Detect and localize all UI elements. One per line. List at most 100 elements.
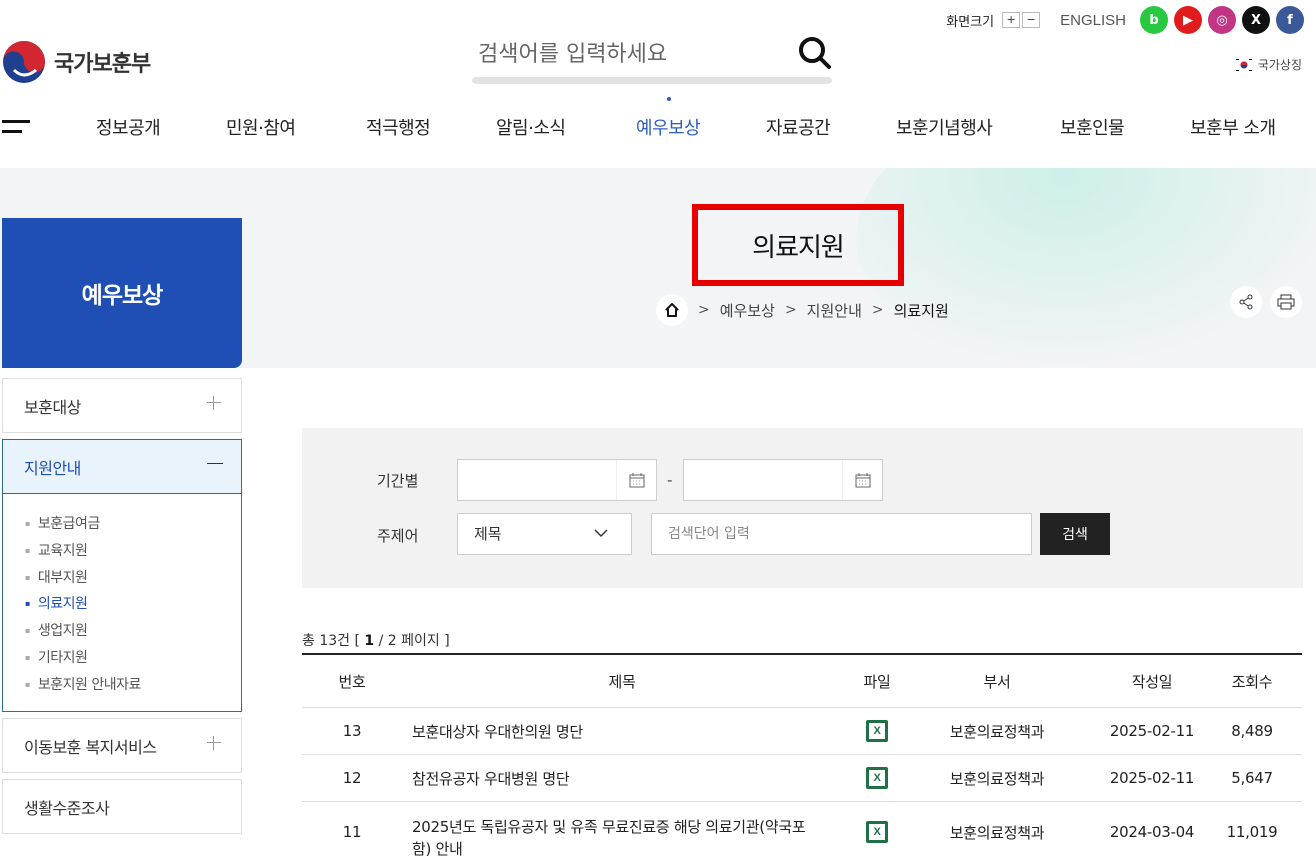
menu-icon[interactable] [2, 120, 30, 134]
submenu-item[interactable]: 대부지원 [25, 568, 241, 595]
chevron-right-icon: > [698, 302, 710, 318]
gnb-item-reward[interactable]: 예우보상 [636, 114, 701, 140]
site-logo[interactable]: 국가보훈부 [2, 40, 151, 84]
board-table: 번호 제목 파일 부서 작성일 조회수 13 보훈대상자 우대한의원 명단 보훈… [302, 653, 1302, 862]
x-icon[interactable]: X [1242, 6, 1270, 34]
file-cell [847, 802, 907, 862]
chevron-right-icon: > [871, 302, 884, 318]
gnb-item-news[interactable]: 알림·소식 [496, 114, 566, 140]
row-title-link[interactable]: 보훈대상자 우대한의원 명단 [412, 708, 832, 754]
gnb-item-persons[interactable]: 보훈인물 [1060, 114, 1125, 140]
row-no: 13 [342, 722, 362, 740]
collapse-icon[interactable] [207, 457, 223, 471]
keyword-input[interactable] [651, 513, 1032, 555]
breadcrumb-current: 의료지원 [893, 301, 949, 320]
subject-select-value: 제목 [474, 525, 502, 543]
subject-label: 주제어 [377, 527, 419, 545]
end-date-input[interactable] [683, 459, 883, 501]
search-placeholder[interactable]: 검색어를 입력하세요 [478, 36, 667, 68]
print-icon[interactable] [1270, 286, 1302, 318]
search-underline [472, 77, 832, 84]
calendar-icon[interactable] [616, 460, 656, 500]
submenu-item[interactable]: 기타지원 [25, 648, 241, 675]
gnb-item-archive[interactable]: 자료공간 [766, 114, 831, 140]
header-dept: 부서 [983, 672, 1011, 691]
lnb-submenu: 보훈급여금 교육지원 대부지원 의료지원 생업지원 기타지원 보훈지원 안내자료 [2, 494, 242, 712]
taegeuk-logo-icon [3, 41, 45, 83]
row-title-link[interactable]: 2025년도 독립유공자 및 유족 무료진료증 해당 의료기관(약국포함) 안내 [412, 802, 822, 862]
lnb-item-support[interactable]: 지원안내 [2, 439, 242, 494]
lnb-item-label: 생활수준조사 [24, 798, 110, 818]
bracket-close: ] [444, 633, 450, 649]
home-icon[interactable] [656, 294, 688, 326]
expand-icon[interactable] [207, 736, 221, 750]
site-header: 국가보훈부 검색어를 입력하세요 화면크기 + − ENGLISH b ▶ ◎ … [0, 0, 1316, 168]
row-date: 2025-02-11 [1109, 769, 1195, 787]
instagram-icon[interactable]: ◎ [1208, 6, 1236, 34]
result-count: 총 13건 [ 1 / 2 페이지 ] [302, 630, 450, 650]
header-views: 조회수 [1231, 672, 1273, 691]
lnb-item-label: 보훈대상 [24, 397, 81, 417]
zoom-in-button[interactable]: + [1002, 12, 1021, 28]
search-icon[interactable] [798, 36, 832, 70]
page-title: 의료지원 [692, 204, 904, 286]
row-title-link[interactable]: 참전유공자 우대병원 명단 [412, 755, 832, 801]
period-label: 기간별 [377, 472, 419, 490]
search-form: 기간별 - 주제어 제목 검색 [302, 428, 1303, 588]
global-search[interactable]: 검색어를 입력하세요 [472, 28, 832, 84]
submenu-item[interactable]: 교육지원 [25, 541, 241, 568]
header-no: 번호 [338, 672, 366, 691]
share-icon[interactable] [1230, 286, 1262, 318]
blog-icon[interactable]: b [1140, 6, 1168, 34]
gnb-item-about[interactable]: 보훈부 소개 [1190, 114, 1276, 140]
header-date: 작성일 [1131, 672, 1173, 691]
section-title: 예우보상 [2, 218, 242, 368]
row-no: 12 [342, 769, 362, 787]
english-link[interactable]: ENGLISH [1060, 12, 1126, 29]
file-cell [847, 755, 907, 801]
current-page: 1 [364, 633, 375, 649]
lnb-item-targets[interactable]: 보훈대상 [2, 378, 242, 433]
start-date-input[interactable] [457, 459, 657, 501]
row-views: 11,019 [1226, 823, 1278, 841]
excel-file-icon[interactable] [866, 821, 888, 843]
submenu-item[interactable]: 생업지원 [25, 621, 241, 648]
facebook-icon[interactable]: f [1276, 6, 1304, 34]
breadcrumb: > 예우보상 > 지원안내 > 의료지원 [656, 294, 949, 326]
file-cell [847, 708, 907, 754]
national-symbol-link[interactable]: 국가상징 [1234, 56, 1302, 73]
row-no: 11 [342, 823, 362, 841]
header-title: 제목 [608, 672, 636, 691]
subject-select[interactable]: 제목 [457, 513, 632, 555]
main-navigation: 정보공개 민원·참여 적극행정 알림·소식 예우보상 자료공간 보훈기념행사 보… [64, 97, 1316, 140]
chevron-right-icon: > [784, 302, 797, 318]
submenu-item-active[interactable]: 의료지원 [25, 594, 241, 621]
sub-visual: 예우보상 의료지원 > 예우보상 > 지원안내 > 의료지원 [0, 168, 1316, 368]
screen-size-label: 화면크기 [946, 14, 995, 30]
gnb-item-info[interactable]: 정보공개 [96, 114, 161, 140]
table-row: 11 2025년도 독립유공자 및 유족 무료진료증 해당 의료기관(약국포함)… [302, 802, 1302, 862]
lnb-item-mobile-welfare[interactable]: 이동보훈 복지서비스 [2, 718, 242, 773]
submenu-item[interactable]: 보훈급여금 [25, 514, 241, 541]
zoom-out-button[interactable]: − [1022, 12, 1041, 28]
gnb-item-civil[interactable]: 민원·참여 [226, 114, 296, 140]
excel-file-icon[interactable] [866, 720, 888, 742]
submenu-item[interactable]: 보훈지원 안내자료 [25, 675, 241, 702]
breadcrumb-item[interactable]: 지원안내 [807, 300, 862, 321]
lnb-item-living-survey[interactable]: 생활수준조사 [2, 779, 242, 834]
active-indicator [667, 97, 671, 101]
lnb-item-label: 이동보훈 복지서비스 [24, 737, 157, 757]
breadcrumb-item[interactable]: 예우보상 [720, 300, 775, 321]
table-row: 13 보훈대상자 우대한의원 명단 보훈의료정책과 2025-02-11 8,4… [302, 708, 1302, 755]
gnb-item-events[interactable]: 보훈기념행사 [896, 114, 993, 140]
gnb-item-admin[interactable]: 적극행정 [366, 114, 431, 140]
excel-file-icon[interactable] [866, 767, 888, 789]
date-separator: - [667, 471, 673, 489]
header-file: 파일 [863, 672, 891, 691]
calendar-icon[interactable] [842, 460, 882, 500]
youtube-icon[interactable]: ▶ [1174, 6, 1202, 34]
expand-icon[interactable] [207, 396, 221, 410]
search-button[interactable]: 검색 [1040, 513, 1110, 555]
row-views: 5,647 [1231, 769, 1273, 787]
row-dept: 보훈의료정책과 [949, 769, 1045, 788]
